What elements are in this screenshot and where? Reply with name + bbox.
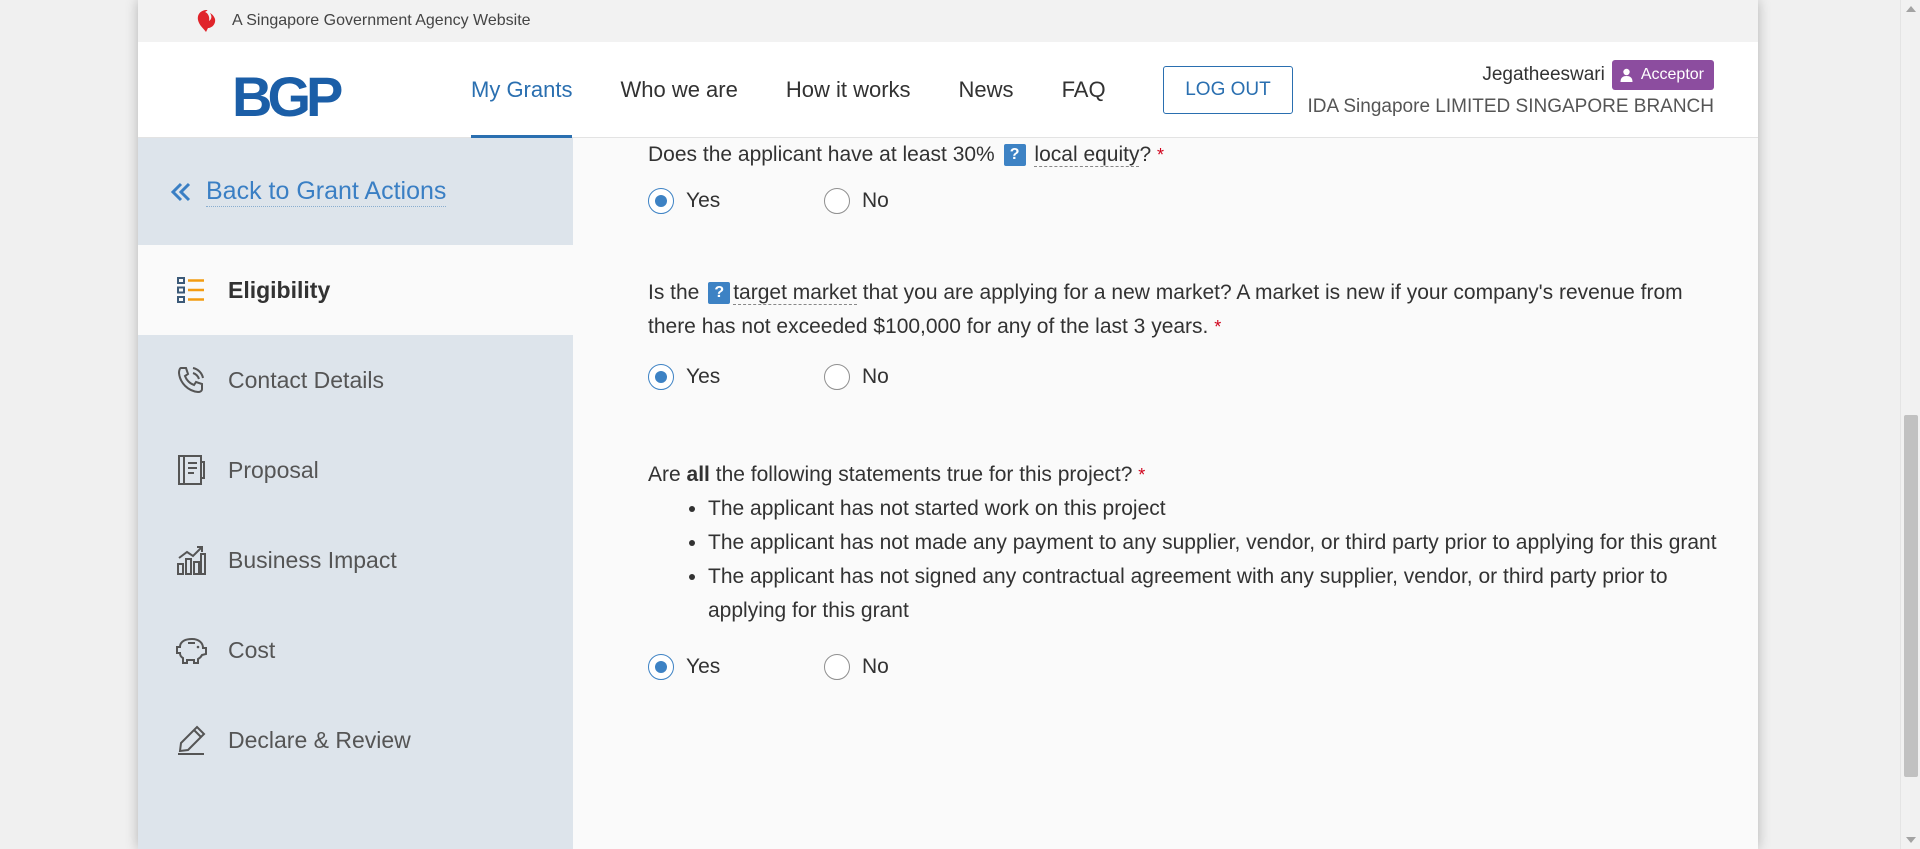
radio-group-target-market: Yes No xyxy=(648,364,1718,390)
document-icon xyxy=(174,453,208,487)
radio-no[interactable]: No xyxy=(824,188,1000,214)
term-target-market[interactable]: target market xyxy=(733,281,857,305)
user-icon xyxy=(1620,68,1633,82)
sidebar-item-label: Cost xyxy=(228,636,276,663)
scroll-down-arrow-icon[interactable] xyxy=(1906,837,1916,843)
radio-circle[interactable] xyxy=(824,188,850,214)
statement-list: The applicant has not started work on th… xyxy=(648,492,1718,628)
radio-yes[interactable]: Yes xyxy=(648,364,824,390)
radio-no[interactable]: No xyxy=(824,364,1000,390)
question-text: Does the applicant have at least 30% ? l… xyxy=(648,143,1165,167)
bar-chart-icon xyxy=(174,543,208,577)
sidebar-item-label: Proposal xyxy=(228,456,319,483)
eligibility-form: Does the applicant have at least 30% ? l… xyxy=(648,138,1718,680)
role-badge: Acceptor xyxy=(1611,60,1714,90)
radio-group-local-equity: Yes No xyxy=(648,188,1718,214)
lion-head-icon xyxy=(197,10,216,32)
sidebar-item-contact-details[interactable]: Contact Details xyxy=(138,335,573,425)
help-icon[interactable]: ? xyxy=(1003,144,1026,166)
list-item: The applicant has not started work on th… xyxy=(708,492,1718,526)
question-statements: Are all the following statements true fo… xyxy=(648,458,1718,680)
help-icon[interactable]: ? xyxy=(708,282,731,304)
required-marker: * xyxy=(1138,465,1146,485)
scroll-up-arrow-icon[interactable] xyxy=(1906,6,1916,12)
list-icon xyxy=(174,273,208,307)
radio-yes[interactable]: Yes xyxy=(648,188,824,214)
question-target-market: Is the ? target market that you are apply… xyxy=(648,276,1718,390)
nav-who-we-are[interactable]: Who we are xyxy=(620,42,737,138)
sidebar-item-label: Eligibility xyxy=(228,276,331,303)
radio-circle[interactable] xyxy=(648,654,674,680)
question-text: Are all the following statements true fo… xyxy=(648,463,1146,486)
sidebar-item-business-impact[interactable]: Business Impact xyxy=(138,515,573,605)
radio-circle[interactable] xyxy=(824,654,850,680)
nav-faq[interactable]: FAQ xyxy=(1062,42,1106,138)
sidebar-item-label: Declare & Review xyxy=(228,726,411,753)
gov-banner-text: A Singapore Government Agency Website xyxy=(232,12,531,29)
radio-circle[interactable] xyxy=(824,364,850,390)
page-scrollbar[interactable] xyxy=(1900,0,1920,849)
sidebar-item-declare-review[interactable]: Declare & Review xyxy=(138,695,573,785)
list-item: The applicant has not signed any contrac… xyxy=(708,560,1718,628)
piggy-bank-icon xyxy=(174,633,208,667)
radio-yes[interactable]: Yes xyxy=(648,654,824,680)
radio-circle[interactable] xyxy=(648,188,674,214)
radio-group-statements: Yes No xyxy=(648,654,1718,680)
gov-banner: A Singapore Government Agency Website xyxy=(138,0,1758,42)
sidebar-item-proposal[interactable]: Proposal xyxy=(138,425,573,515)
nav-news[interactable]: News xyxy=(959,42,1014,138)
main-nav: My Grants Who we are How it works News F… xyxy=(471,42,1154,138)
radio-circle[interactable] xyxy=(648,364,674,390)
phone-icon xyxy=(174,363,208,397)
double-chevron-left-icon xyxy=(170,182,191,201)
sidebar-item-label: Contact Details xyxy=(228,366,384,393)
role-label: Acceptor xyxy=(1640,66,1704,83)
user-info: Jegatheeswari Acceptor IDA Singapore LIM… xyxy=(1307,60,1714,118)
radio-no[interactable]: No xyxy=(824,654,1000,680)
org-name: IDA Singapore LIMITED SINGAPORE BRANCH xyxy=(1307,96,1714,117)
user-name: Jegatheeswari xyxy=(1482,64,1605,85)
page-frame: A Singapore Government Agency Website BG… xyxy=(138,0,1758,849)
list-item: The applicant has not made any payment t… xyxy=(708,526,1718,560)
sidebar-item-label: Business Impact xyxy=(228,546,397,573)
bgp-logo[interactable]: BGP xyxy=(232,69,343,125)
required-marker: * xyxy=(1157,145,1165,165)
sidebar-item-eligibility[interactable]: Eligibility xyxy=(138,245,573,335)
scroll-thumb[interactable] xyxy=(1904,415,1918,777)
term-local-equity[interactable]: local equity xyxy=(1034,143,1140,167)
required-marker: * xyxy=(1214,317,1222,337)
grant-sidebar: Back to Grant Actions Eligibility Contac… xyxy=(138,138,573,849)
nav-how-it-works[interactable]: How it works xyxy=(786,42,911,138)
question-text: Is the ? target market that you are apply… xyxy=(648,281,1683,338)
logout-button[interactable]: LOG OUT xyxy=(1163,66,1293,114)
pen-icon xyxy=(174,723,208,757)
site-header: BGP My Grants Who we are How it works Ne… xyxy=(138,42,1758,138)
back-link-label: Back to Grant Actions xyxy=(206,177,447,207)
sidebar-item-cost[interactable]: Cost xyxy=(138,605,573,695)
back-to-grant-actions-link[interactable]: Back to Grant Actions xyxy=(138,138,573,245)
nav-my-grants[interactable]: My Grants xyxy=(471,42,573,138)
question-local-equity: Does the applicant have at least 30% ? l… xyxy=(648,138,1718,214)
